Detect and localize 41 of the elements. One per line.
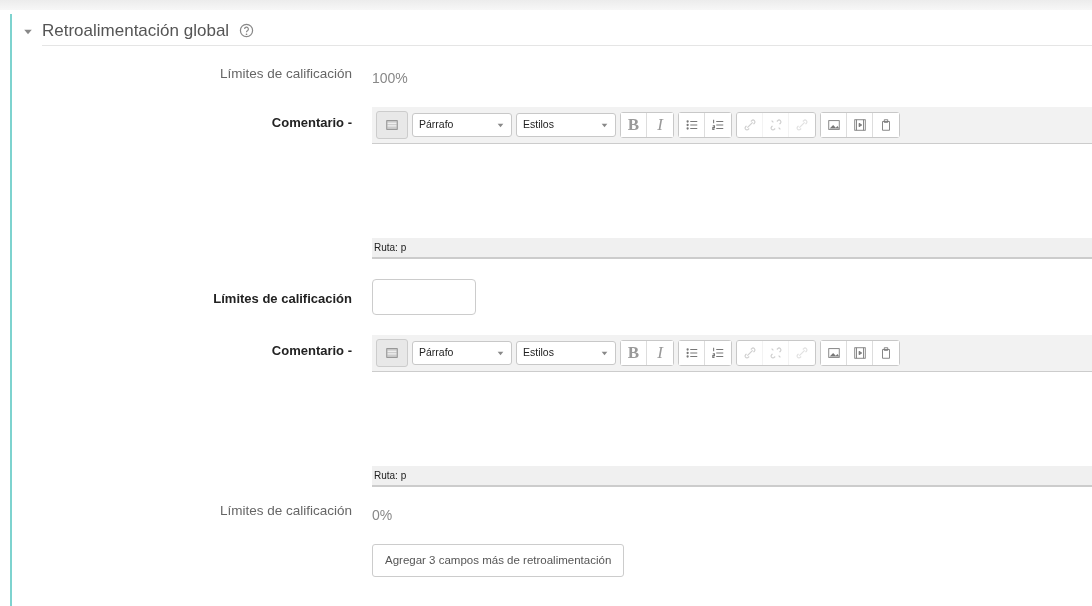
bullet-list-button[interactable] <box>679 341 705 365</box>
numbered-list-icon <box>711 346 725 360</box>
link-icon <box>742 346 757 360</box>
styles-dropdown[interactable]: Estilos <box>516 113 616 137</box>
image-icon <box>826 346 841 360</box>
add-fields-button[interactable]: Agregar 3 campos más de retroalimentación <box>372 544 625 578</box>
field-label: Límites de calificación <box>219 503 352 518</box>
image-icon <box>826 118 841 132</box>
numbered-list-icon <box>711 118 725 132</box>
field-value: 100% <box>372 69 408 88</box>
link-icon <box>795 118 809 132</box>
styles-dropdown[interactable]: Estilos <box>516 341 616 365</box>
toolbar-toggle-button[interactable] <box>376 111 408 139</box>
number-input[interactable] <box>372 279 476 315</box>
field-value: 0% <box>372 506 393 525</box>
film-icon <box>852 346 867 360</box>
bullet-list-icon <box>684 346 699 360</box>
link-icon <box>795 346 809 360</box>
image-button[interactable] <box>821 113 847 137</box>
field-label: Comentario - <box>271 343 352 358</box>
field-label: Comentario - <box>271 115 352 130</box>
field-label: Límites de calificación <box>219 66 352 81</box>
unlink-icon <box>768 346 783 360</box>
clipboard-icon <box>879 346 893 360</box>
editor-path: Ruta: p <box>372 238 1092 259</box>
format-dropdown[interactable]: Párrafo <box>412 341 512 365</box>
image-button[interactable] <box>821 341 847 365</box>
toolbar-toggle-button[interactable] <box>376 339 408 367</box>
bullet-list-button[interactable] <box>679 113 705 137</box>
film-icon <box>852 118 867 132</box>
help-icon <box>239 23 255 38</box>
field-label: Límites de calificación <box>213 291 352 306</box>
bullet-list-icon <box>684 118 699 132</box>
editor-path: Ruta: p <box>372 466 1092 487</box>
section-title[interactable]: Retroalimentación global <box>42 17 230 44</box>
unlink-icon <box>768 118 783 132</box>
link-icon <box>742 118 757 132</box>
toolbar-toggle-icon <box>385 118 399 132</box>
toolbar-toggle-icon <box>385 346 399 360</box>
clipboard-icon <box>879 118 893 132</box>
format-dropdown[interactable]: Párrafo <box>412 113 512 137</box>
